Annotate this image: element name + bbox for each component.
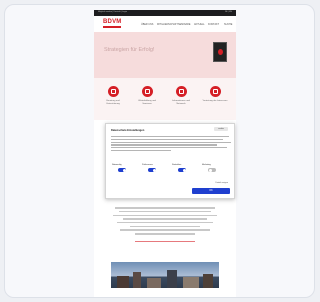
service-tile[interactable]: Informationen und Netzwerk xyxy=(168,86,194,105)
cookie-dialog-title: Datenschutz-Einstellungen xyxy=(111,129,145,132)
text-line xyxy=(111,150,171,152)
nav-item-news[interactable]: AKTUELL xyxy=(194,23,205,26)
toggle-switch[interactable] xyxy=(118,168,126,172)
nav-item-seminars[interactable]: SEMINARE xyxy=(178,23,191,26)
building-shape xyxy=(133,272,141,288)
building-shape xyxy=(117,276,129,288)
book-emblem-icon xyxy=(218,49,223,55)
service-label: Weiterbildung und Seminare xyxy=(138,100,156,105)
service-tile[interactable]: Weiterbildung und Seminare xyxy=(134,86,160,105)
building-shape xyxy=(147,278,161,288)
hero-title: Strategien für Erfolg! xyxy=(104,47,155,53)
toggle-label: Notwendig xyxy=(112,164,122,166)
services-section: Beratung und Unterstützung Weiterbildung… xyxy=(94,78,236,120)
nav-item-about[interactable]: ÜBER UNS xyxy=(141,23,153,26)
text-line xyxy=(119,210,211,213)
book-cover-image[interactable] xyxy=(213,42,227,62)
toggle-switch[interactable] xyxy=(178,168,186,172)
cookie-consent-dialog: Datenschutz-Einstellungen cookie Notwend… xyxy=(105,123,235,199)
text-line xyxy=(111,144,217,146)
toggle-switch[interactable] xyxy=(208,168,216,172)
toggle-label: Marketing xyxy=(202,164,211,166)
cookie-toggle-marketing[interactable]: Marketing xyxy=(202,164,228,172)
show-details-link[interactable]: Details zeigen xyxy=(215,182,228,184)
service-label: Beratung und Unterstützung xyxy=(106,100,120,105)
service-icon xyxy=(107,86,119,97)
cookie-brand-logo: cookie xyxy=(214,127,228,131)
site-header: BDVM ÜBER UNS MITGLIEDSCHAFT SEMINARE AK… xyxy=(94,16,236,32)
nav-item-search[interactable]: SUCHE xyxy=(224,23,232,26)
section-heading-line xyxy=(135,240,195,242)
toggle-switch[interactable] xyxy=(148,168,156,172)
text-line xyxy=(120,229,210,231)
top-bar-links[interactable]: Mitglied werden | Kontakt | Login xyxy=(98,11,127,14)
text-line xyxy=(123,218,207,220)
cookie-toggle-preferences[interactable]: Präferenzen xyxy=(142,164,168,172)
text-line xyxy=(111,135,229,137)
text-line xyxy=(111,147,227,149)
text-line xyxy=(111,141,231,143)
accept-button[interactable]: OK xyxy=(192,188,230,194)
text-line xyxy=(130,225,200,228)
toggle-label: Präferenzen xyxy=(142,164,153,166)
cookie-toggle-statistics[interactable]: Statistiken xyxy=(172,164,198,172)
nav-item-contact[interactable]: KONTAKT xyxy=(208,23,219,26)
building-shape xyxy=(203,274,213,288)
cookie-toggle-necessary[interactable]: Notwendig xyxy=(112,164,138,172)
service-label: Vertretung der Interessen xyxy=(202,100,228,102)
service-tile[interactable]: Vertretung der Interessen xyxy=(202,86,228,103)
hero-banner: Strategien für Erfolg! xyxy=(94,32,236,78)
service-icon xyxy=(141,86,153,97)
service-label: Informationen und Netzwerk xyxy=(172,100,190,105)
cookie-dialog-text xyxy=(111,134,231,153)
building-shape xyxy=(167,270,177,288)
service-icon xyxy=(175,86,187,97)
service-icon xyxy=(209,86,221,97)
service-tile[interactable]: Beratung und Unterstützung xyxy=(100,86,126,105)
city-skyline-image xyxy=(111,262,219,288)
text-line xyxy=(113,214,217,217)
building-shape xyxy=(183,277,199,288)
logo-underline xyxy=(103,26,121,28)
language-switch[interactable]: DE | EN xyxy=(225,11,232,14)
toggle-label: Statistiken xyxy=(172,164,182,166)
text-line xyxy=(135,233,195,235)
footer-bar xyxy=(94,297,236,298)
nav-item-membership[interactable]: MITGLIEDSCHAFT xyxy=(157,23,178,26)
body-text-block xyxy=(94,205,236,245)
screenshot-card: Mitglied werden | Kontakt | Login DE | E… xyxy=(4,4,315,298)
site-logo[interactable]: BDVM xyxy=(103,19,121,25)
text-line xyxy=(111,138,223,140)
text-line xyxy=(115,207,215,209)
text-line xyxy=(117,221,213,224)
